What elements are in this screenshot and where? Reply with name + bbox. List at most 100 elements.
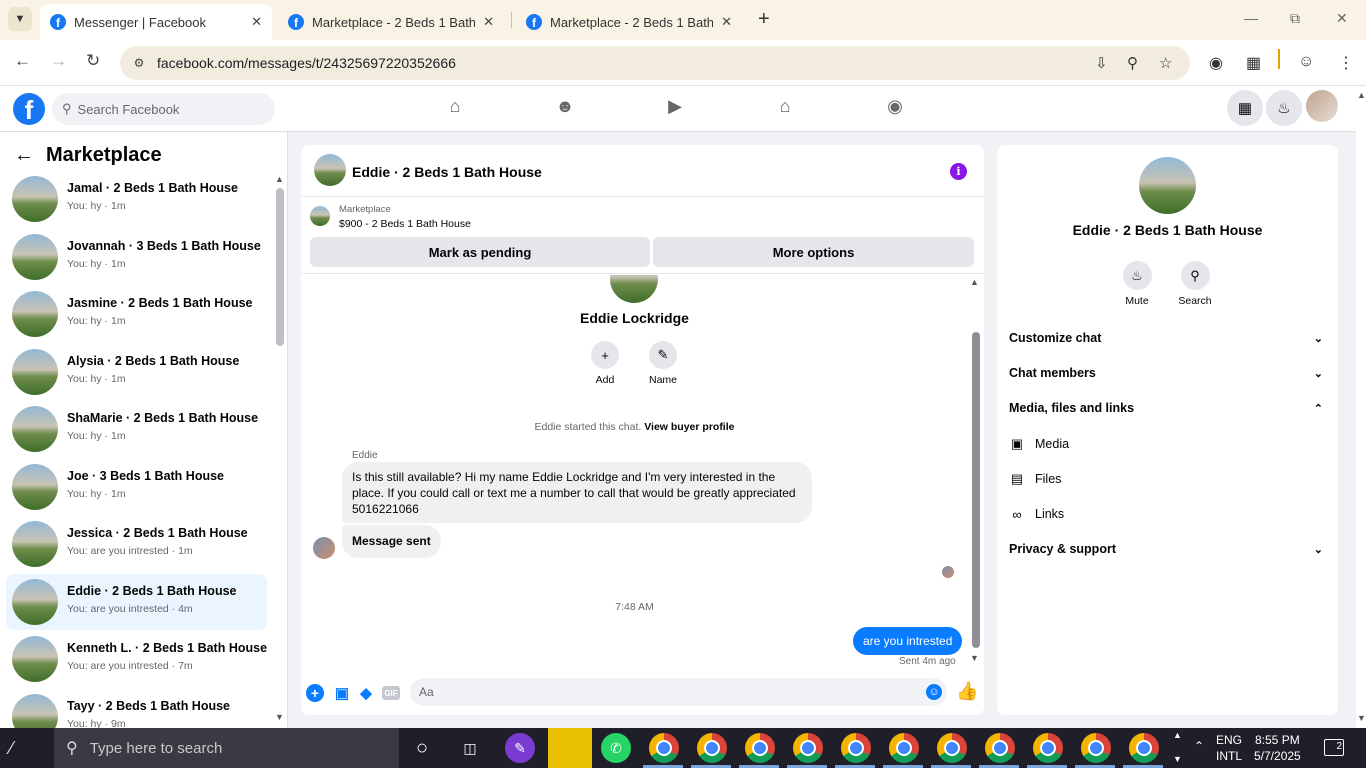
gif-icon[interactable]: GIF: [382, 686, 400, 700]
photo-icon[interactable]: ▣: [333, 684, 351, 702]
files-item[interactable]: ▤ Files: [1009, 467, 1062, 491]
chat-title[interactable]: Eddie · 2 Beds 1 Bath House: [352, 164, 542, 180]
message-scrollbar[interactable]: [972, 332, 980, 648]
mute-action[interactable]: ♨ Mute: [1107, 261, 1167, 307]
media-files-links-section[interactable]: Media, files and links ⌃: [1009, 396, 1327, 420]
add-action[interactable]: + Add: [575, 341, 635, 386]
sender-avatar[interactable]: [313, 537, 335, 559]
mark-as-pending-button[interactable]: Mark as pending: [310, 237, 650, 267]
chat-details-avatar[interactable]: [1139, 157, 1196, 214]
listing-price-title[interactable]: $900 - 2 Beds 1 Bath House: [339, 218, 471, 230]
conversation-item[interactable]: Jovannah · 3 Beds 1 Bath House You: hy ·…: [6, 229, 267, 285]
taskbar-scroll-up-icon[interactable]: ▲: [1173, 730, 1182, 740]
media-item[interactable]: ▣ Media: [1009, 432, 1069, 456]
restore-icon[interactable]: ⧉: [1290, 10, 1300, 27]
marketplace-icon[interactable]: ⌂: [773, 96, 797, 120]
reload-icon[interactable]: ↻: [86, 51, 100, 71]
profile-icon[interactable]: ☺: [1298, 53, 1314, 71]
notification-center-icon[interactable]: 2: [1324, 739, 1344, 756]
message-sent-bubble[interactable]: Message sent: [342, 525, 441, 558]
sidebar-scrollbar[interactable]: [276, 188, 284, 346]
chrome-icon[interactable]: [1129, 733, 1159, 763]
taskbar-scroll-down-icon[interactable]: ▼: [1173, 754, 1182, 764]
chrome-icon[interactable]: [697, 733, 727, 763]
install-app-icon[interactable]: ⇩: [1095, 54, 1108, 72]
minimize-icon[interactable]: —: [1244, 10, 1258, 26]
cortana-icon[interactable]: ○: [407, 733, 437, 763]
more-options-button[interactable]: More options: [653, 237, 974, 267]
sticky-notes-icon[interactable]: [548, 728, 592, 768]
address-bar[interactable]: ⚙ facebook.com/messages/t/24325697220352…: [120, 46, 1190, 80]
search-action[interactable]: ⚲ Search: [1165, 261, 1225, 307]
back-icon[interactable]: ←: [14, 51, 31, 71]
chrome-icon[interactable]: [985, 733, 1015, 763]
tab-close-icon[interactable]: ✕: [483, 14, 494, 30]
notifications-bell-icon[interactable]: ♨: [1266, 90, 1302, 126]
home-icon[interactable]: ⌂: [443, 96, 467, 120]
chrome-icon[interactable]: [793, 733, 823, 763]
account-avatar[interactable]: [1306, 90, 1338, 122]
conversation-item[interactable]: Jessica · 2 Beds 1 Bath House You: are y…: [6, 516, 267, 572]
task-view-icon[interactable]: ◫: [455, 733, 485, 763]
video-icon[interactable]: ▶: [663, 96, 687, 120]
chrome-icon[interactable]: [1081, 733, 1111, 763]
scroll-down-arrow-icon[interactable]: ▼: [275, 712, 284, 722]
scroll-up-arrow-icon[interactable]: ▲: [970, 277, 979, 287]
privacy-support-section[interactable]: Privacy & support ⌄: [1009, 537, 1327, 561]
info-icon[interactable]: i: [950, 163, 967, 180]
name-action[interactable]: ✎ Name: [633, 341, 693, 386]
conversation-item[interactable]: Joe · 3 Beds 1 Bath House You: hy · 1m: [6, 459, 267, 515]
tab-marketplace-2[interactable]: f Marketplace - 2 Beds 1 Bath Ho ✕: [516, 4, 742, 40]
tab-close-icon[interactable]: ✕: [721, 14, 732, 30]
menu-grid-icon[interactable]: ▦: [1227, 90, 1263, 126]
thumbs-up-icon[interactable]: 👍: [956, 681, 978, 702]
paint-app-icon[interactable]: ✎: [505, 733, 535, 763]
conversation-item[interactable]: ShaMarie · 2 Beds 1 Bath House You: hy ·…: [6, 401, 267, 457]
system-clock[interactable]: 8:55 PM 5/7/2025: [1254, 732, 1301, 764]
language-indicator[interactable]: ENG INTL: [1216, 732, 1242, 764]
conversation-item[interactable]: Tayy · 2 Beds 1 Bath House You: hy · 9m: [6, 689, 267, 728]
emoji-icon[interactable]: ☺: [926, 684, 942, 700]
friends-icon[interactable]: ☻: [553, 96, 577, 120]
chat-avatar[interactable]: [314, 154, 346, 186]
chrome-icon[interactable]: [1033, 733, 1063, 763]
incoming-message[interactable]: Is this still available? Hi my name Eddi…: [342, 462, 812, 523]
tab-close-icon[interactable]: ✕: [251, 14, 262, 30]
listing-thumbnail[interactable]: [310, 206, 330, 226]
forward-icon[interactable]: →: [50, 51, 67, 71]
chrome-icon[interactable]: [889, 733, 919, 763]
start-icon[interactable]: ⁄: [10, 738, 13, 759]
chrome-icon[interactable]: [937, 733, 967, 763]
scroll-up-arrow-icon[interactable]: ▲: [275, 174, 284, 184]
copilot-icon[interactable]: ◉: [1209, 53, 1223, 73]
scroll-down-arrow-icon[interactable]: ▼: [970, 653, 979, 663]
chrome-icon[interactable]: [745, 733, 775, 763]
extensions-icon[interactable]: ▦: [1246, 53, 1261, 73]
taskbar-search[interactable]: ⚲ Type here to search: [54, 728, 399, 768]
page-scroll-down-icon[interactable]: ▼: [1357, 713, 1366, 723]
new-tab-icon[interactable]: +: [758, 8, 770, 31]
page-scrollbar[interactable]: [1356, 86, 1366, 728]
view-buyer-profile-link[interactable]: View buyer profile: [644, 421, 734, 433]
close-window-icon[interactable]: ✕: [1336, 10, 1348, 27]
whatsapp-icon[interactable]: ✆: [601, 733, 631, 763]
zoom-icon[interactable]: ⚲: [1127, 54, 1138, 72]
site-info-icon[interactable]: ⚙: [128, 52, 150, 74]
conversation-item[interactable]: Alysia · 2 Beds 1 Bath House You: hy · 1…: [6, 344, 267, 400]
sticker-icon[interactable]: ◆: [357, 684, 375, 702]
outgoing-message[interactable]: are you intrested: [853, 627, 963, 655]
show-hidden-icons-icon[interactable]: ⌃: [1194, 739, 1204, 753]
chat-members-section[interactable]: Chat members ⌄: [1009, 361, 1327, 385]
groups-icon[interactable]: ◉: [883, 96, 907, 120]
links-item[interactable]: ∞ Links: [1009, 502, 1064, 526]
conversation-item[interactable]: Jasmine · 2 Beds 1 Bath House You: hy · …: [6, 286, 267, 342]
tab-search-dropdown-icon[interactable]: ▼: [8, 7, 32, 31]
customize-chat-section[interactable]: Customize chat ⌄: [1009, 326, 1327, 350]
browser-menu-icon[interactable]: ⋮: [1338, 53, 1354, 73]
facebook-logo-icon[interactable]: f: [13, 93, 45, 125]
bookmark-star-icon[interactable]: ☆: [1159, 54, 1172, 72]
conversation-item[interactable]: Kenneth L. · 2 Beds 1 Bath House You: ar…: [6, 631, 267, 687]
back-arrow-icon[interactable]: ←: [14, 144, 34, 167]
conversation-item[interactable]: Jamal · 2 Beds 1 Bath House You: hy · 1m: [6, 171, 267, 227]
conversation-item-active[interactable]: Eddie · 2 Beds 1 Bath House You: are you…: [6, 574, 267, 630]
